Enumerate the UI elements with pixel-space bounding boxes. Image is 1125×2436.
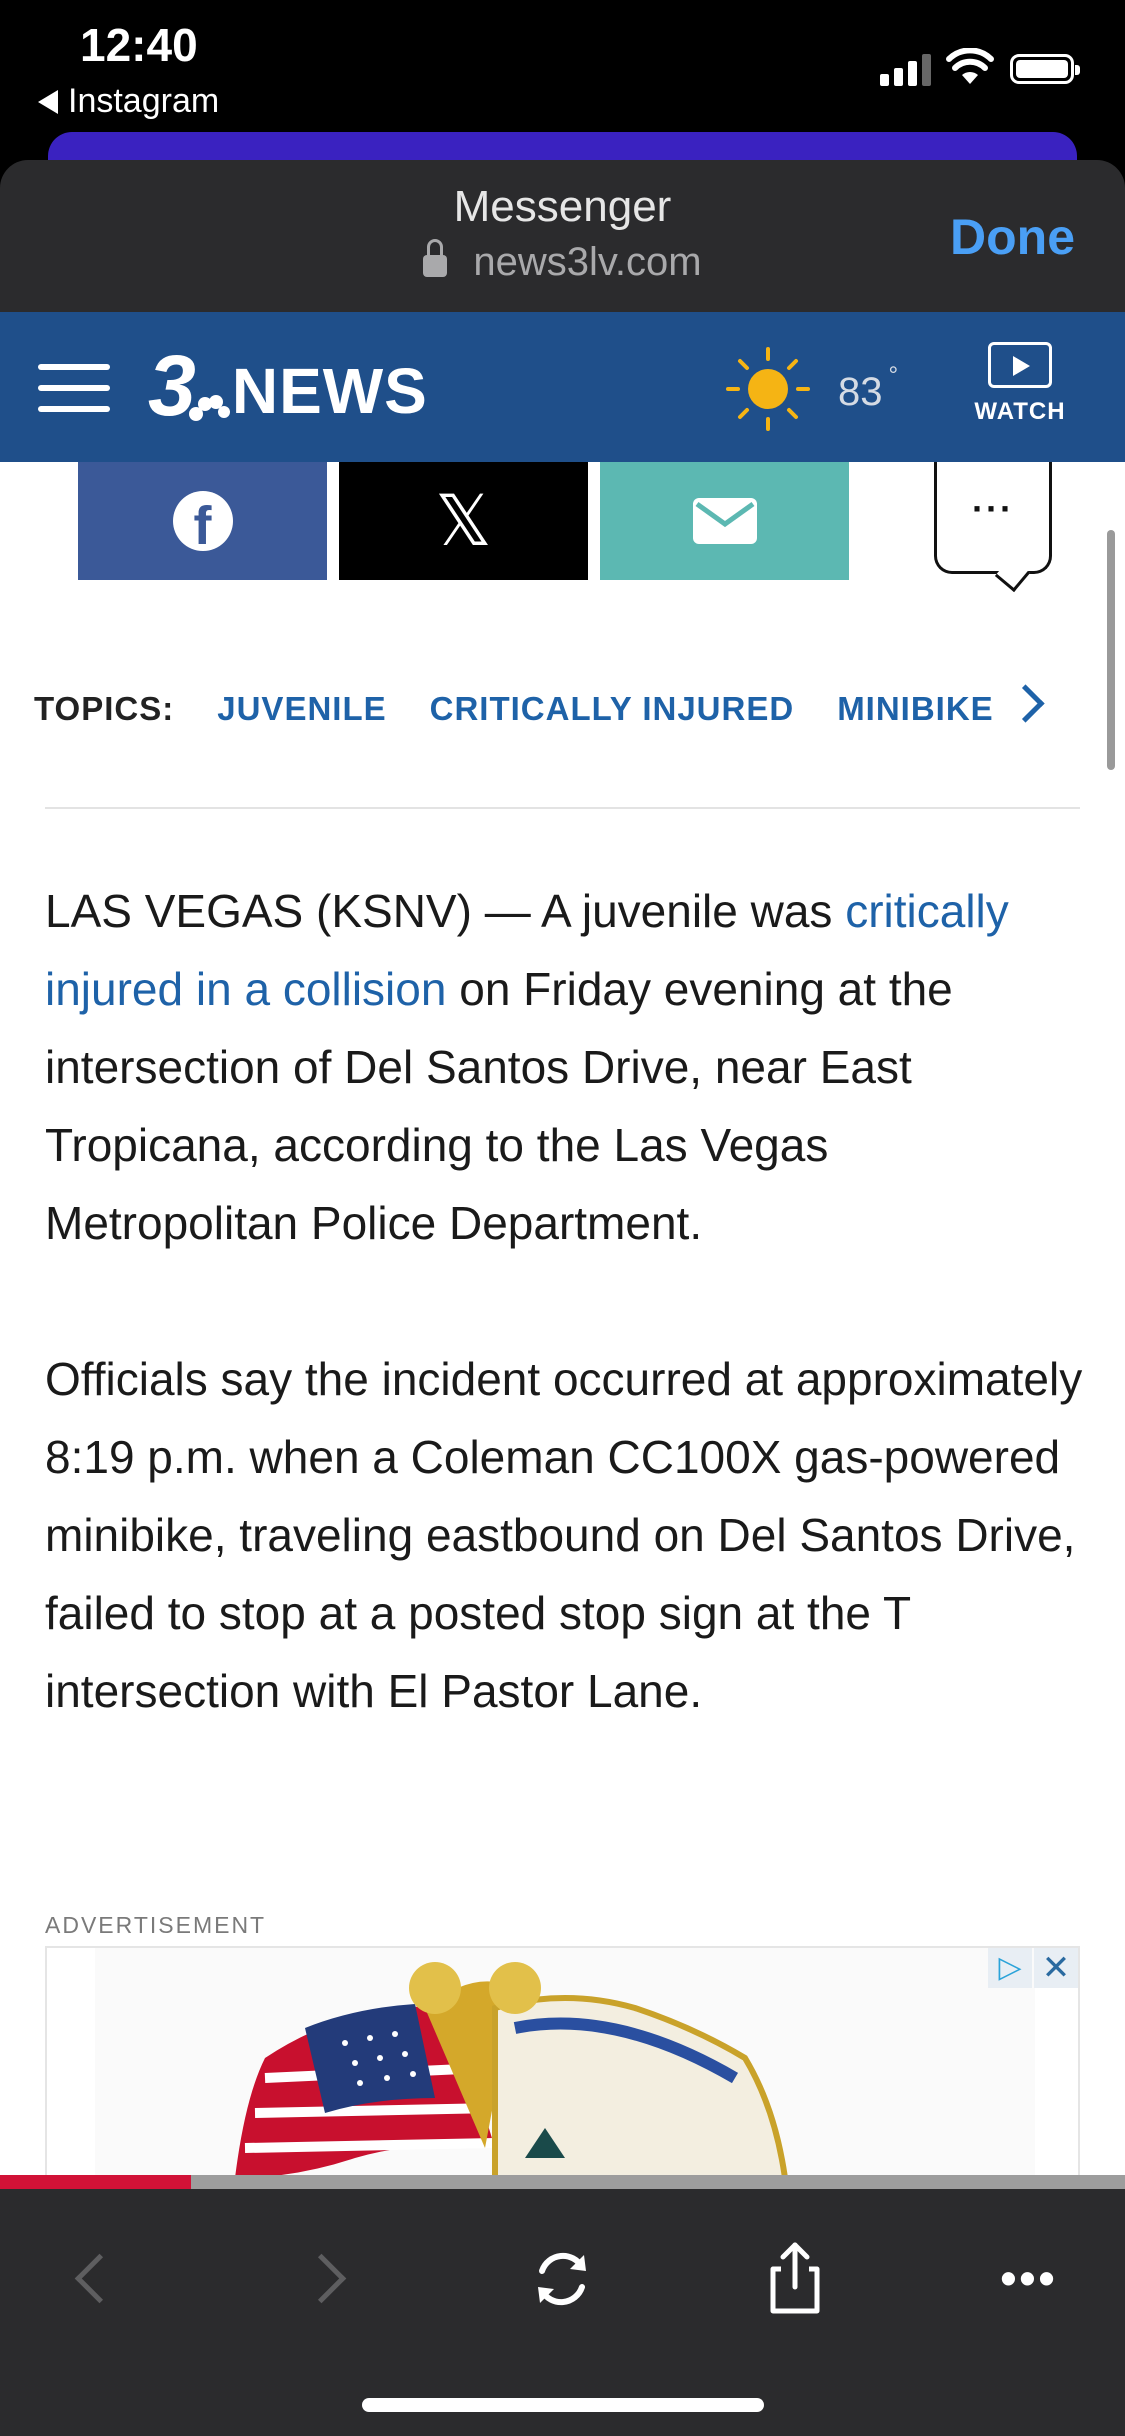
reading-progress-bar xyxy=(0,2175,1125,2189)
chevron-left-icon xyxy=(74,2253,125,2304)
share-button[interactable] xyxy=(745,2229,845,2329)
reload-button[interactable] xyxy=(512,2229,612,2329)
peacock-icon xyxy=(188,395,230,421)
topic-tag[interactable]: MINIBIKE xyxy=(837,690,994,728)
degree-symbol: ° xyxy=(888,362,899,389)
facebook-share-button[interactable]: f xyxy=(78,462,327,580)
topics-bar: TOPICS: JUVENILE CRITICALLY INJURED MINI… xyxy=(34,690,994,728)
article-paragraph: LAS VEGAS (KSNV) — A juvenile was critic… xyxy=(45,872,1085,1262)
watch-label: WATCH xyxy=(974,398,1066,425)
x-logo-icon: 𝕏 xyxy=(435,480,492,562)
browser-sheet-header: Messenger news3lv.com Done xyxy=(0,160,1125,312)
logo-text: NEWS xyxy=(231,355,428,427)
back-to-app-link[interactable]: Instagram xyxy=(38,82,219,121)
battery-icon xyxy=(1010,54,1080,84)
chevron-right-icon[interactable] xyxy=(1006,684,1045,723)
done-button[interactable]: Done xyxy=(950,208,1075,266)
adchoices-icon[interactable]: ▷ xyxy=(988,1948,1032,1988)
paragraph-text: LAS VEGAS (KSNV) — A juvenile was xyxy=(45,885,846,937)
ad-image[interactable] xyxy=(95,1948,1035,2175)
back-triangle-icon xyxy=(38,89,58,114)
lock-icon xyxy=(423,239,448,277)
envelope-icon xyxy=(692,498,757,544)
cellular-signal-icon xyxy=(880,52,931,86)
topic-tag[interactable]: CRITICALLY INJURED xyxy=(430,690,795,728)
site-logo[interactable]: 3 NEWS xyxy=(148,343,428,429)
more-options-button[interactable]: ••• xyxy=(979,2229,1079,2329)
advertisement-label: ADVERTISEMENT xyxy=(45,1912,267,1938)
scrollbar[interactable] xyxy=(1107,530,1115,770)
reload-icon xyxy=(538,2252,586,2306)
topics-label: TOPICS: xyxy=(34,690,175,727)
article-paragraph: Officials say the incident occurred at a… xyxy=(45,1353,1083,1717)
close-ad-icon[interactable]: ✕ xyxy=(1034,1948,1078,1988)
more-share-button[interactable]: ··· xyxy=(934,462,1052,574)
more-dots-icon: ··· xyxy=(972,488,1014,529)
article-content: f 𝕏 ··· TOPICS: JUVENILE CRITICALLY INJU… xyxy=(0,462,1125,2175)
hamburger-menu-icon[interactable] xyxy=(38,364,110,427)
topic-tag[interactable]: JUVENILE xyxy=(217,690,386,728)
facebook-icon: f xyxy=(172,491,233,551)
advertisement-banner[interactable]: ▷ ✕ xyxy=(45,1946,1080,2175)
url-text: news3lv.com xyxy=(473,240,702,284)
home-indicator xyxy=(362,2398,764,2412)
forward-button[interactable] xyxy=(282,2229,382,2329)
flag-pin-image xyxy=(235,1962,788,2175)
back-app-label: Instagram xyxy=(68,82,220,120)
back-button[interactable] xyxy=(44,2229,144,2329)
share-icon xyxy=(770,2242,820,2314)
ellipsis-icon: ••• xyxy=(1000,2252,1058,2304)
temperature-value: 83 xyxy=(838,370,883,414)
play-video-icon xyxy=(988,342,1052,388)
status-time: 12:40 xyxy=(80,19,198,71)
reading-progress-fill xyxy=(0,2175,192,2189)
wifi-icon xyxy=(946,48,994,84)
x-share-button[interactable]: 𝕏 xyxy=(339,462,588,580)
site-header: 3 NEWS xyxy=(0,312,1125,462)
email-share-button[interactable] xyxy=(600,462,849,580)
chevron-right-icon xyxy=(296,2253,347,2304)
sun-weather-icon[interactable] xyxy=(722,345,818,435)
temperature-readout[interactable]: 83 ° xyxy=(838,362,898,415)
watch-button[interactable]: WATCH xyxy=(972,342,1068,426)
ad-controls: ▷ ✕ xyxy=(988,1948,1078,1988)
divider xyxy=(45,807,1080,809)
